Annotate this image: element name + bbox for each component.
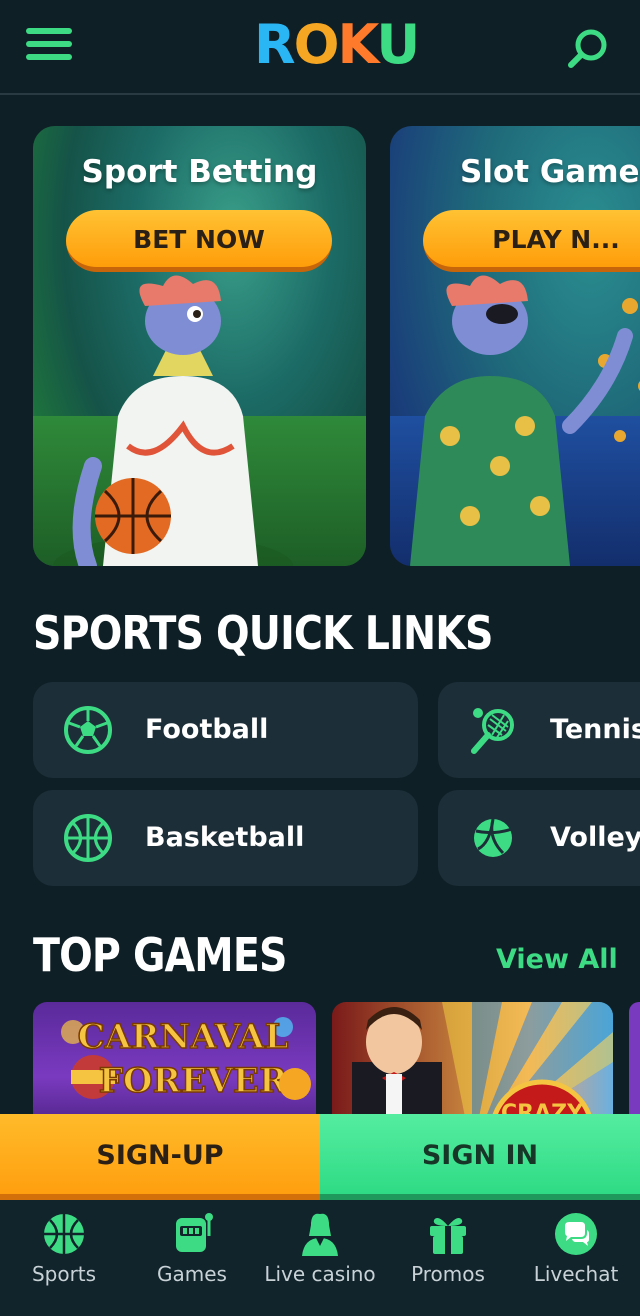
bet-now-button[interactable]: BET NOW: [66, 210, 332, 272]
promo-title: Slot Games: [460, 154, 640, 190]
volleyball-icon: [474, 818, 513, 857]
quick-link-football[interactable]: Football: [33, 682, 418, 778]
slot-machine-icon: [176, 1213, 213, 1252]
nav-item-promos[interactable]: Promos: [384, 1200, 512, 1316]
nav-item-live-casino[interactable]: Live casino: [256, 1200, 384, 1316]
quick-link-label: Basketball: [145, 822, 305, 853]
roku-logo[interactable]: ROKU: [254, 13, 420, 76]
play-now-button[interactable]: PLAY N...: [423, 210, 640, 272]
chat-icon: [555, 1213, 597, 1255]
dealer-icon: [302, 1213, 338, 1256]
nav-label: Games: [157, 1262, 227, 1286]
quick-link-label: Football: [145, 714, 269, 745]
search-icon[interactable]: [566, 26, 610, 70]
promo-card-sport-betting[interactable]: Sport Betting BET NOW: [33, 126, 366, 566]
nav-item-livechat[interactable]: Livechat: [512, 1200, 640, 1316]
nav-item-games[interactable]: Games: [128, 1200, 256, 1316]
logo-letter: K: [337, 13, 379, 76]
hamburger-icon[interactable]: [26, 28, 72, 64]
basketball-icon: [44, 1214, 84, 1254]
page: ROKU Sport Betting BET NOW Slot Games PL…: [0, 0, 640, 1316]
sports-quick-links-heading: SPORTS QUICK LINKS: [33, 606, 494, 660]
auth-bar: SIGN-UP SIGN IN: [0, 1114, 640, 1200]
sign-in-button[interactable]: SIGN IN: [320, 1114, 640, 1200]
mascot-basketball-illustration: [53, 275, 293, 566]
quick-link-tennis[interactable]: Tennis: [438, 682, 640, 778]
logo-letter: R: [254, 13, 296, 76]
nav-item-sports[interactable]: Sports: [0, 1200, 128, 1316]
view-all-link[interactable]: View All: [496, 944, 618, 975]
football-icon: [64, 706, 112, 754]
basketball-icon: [64, 814, 112, 862]
sign-up-button[interactable]: SIGN-UP: [0, 1114, 320, 1200]
nav-label: Live casino: [264, 1262, 376, 1286]
bottom-nav: Sports Games Live casino Promos Livechat: [0, 1200, 640, 1316]
quick-link-volleyball[interactable]: Volley: [438, 790, 640, 886]
promo-title: Sport Betting: [81, 154, 318, 190]
logo-letter: O: [293, 13, 340, 76]
mascot-hawaiian-shirt-illustration: [410, 275, 640, 566]
tennis-racket-icon: [471, 708, 514, 754]
top-header: ROKU: [0, 0, 640, 95]
logo-letter: U: [376, 13, 420, 76]
game-art-text: CARNAVAL: [78, 1017, 289, 1057]
gift-icon: [430, 1218, 466, 1254]
quick-link-label: Tennis: [550, 714, 640, 745]
nav-label: Promos: [411, 1262, 485, 1286]
top-games-heading: TOP GAMES: [33, 928, 287, 982]
nav-label: Sports: [31, 1262, 97, 1286]
game-art-text: FOREVER: [99, 1061, 288, 1101]
nav-label: Livechat: [533, 1262, 619, 1286]
quick-link-label: Volley: [550, 822, 640, 853]
quick-link-basketball[interactable]: Basketball: [33, 790, 418, 886]
promo-card-slot-games[interactable]: Slot Games PLAY N...: [390, 126, 640, 566]
